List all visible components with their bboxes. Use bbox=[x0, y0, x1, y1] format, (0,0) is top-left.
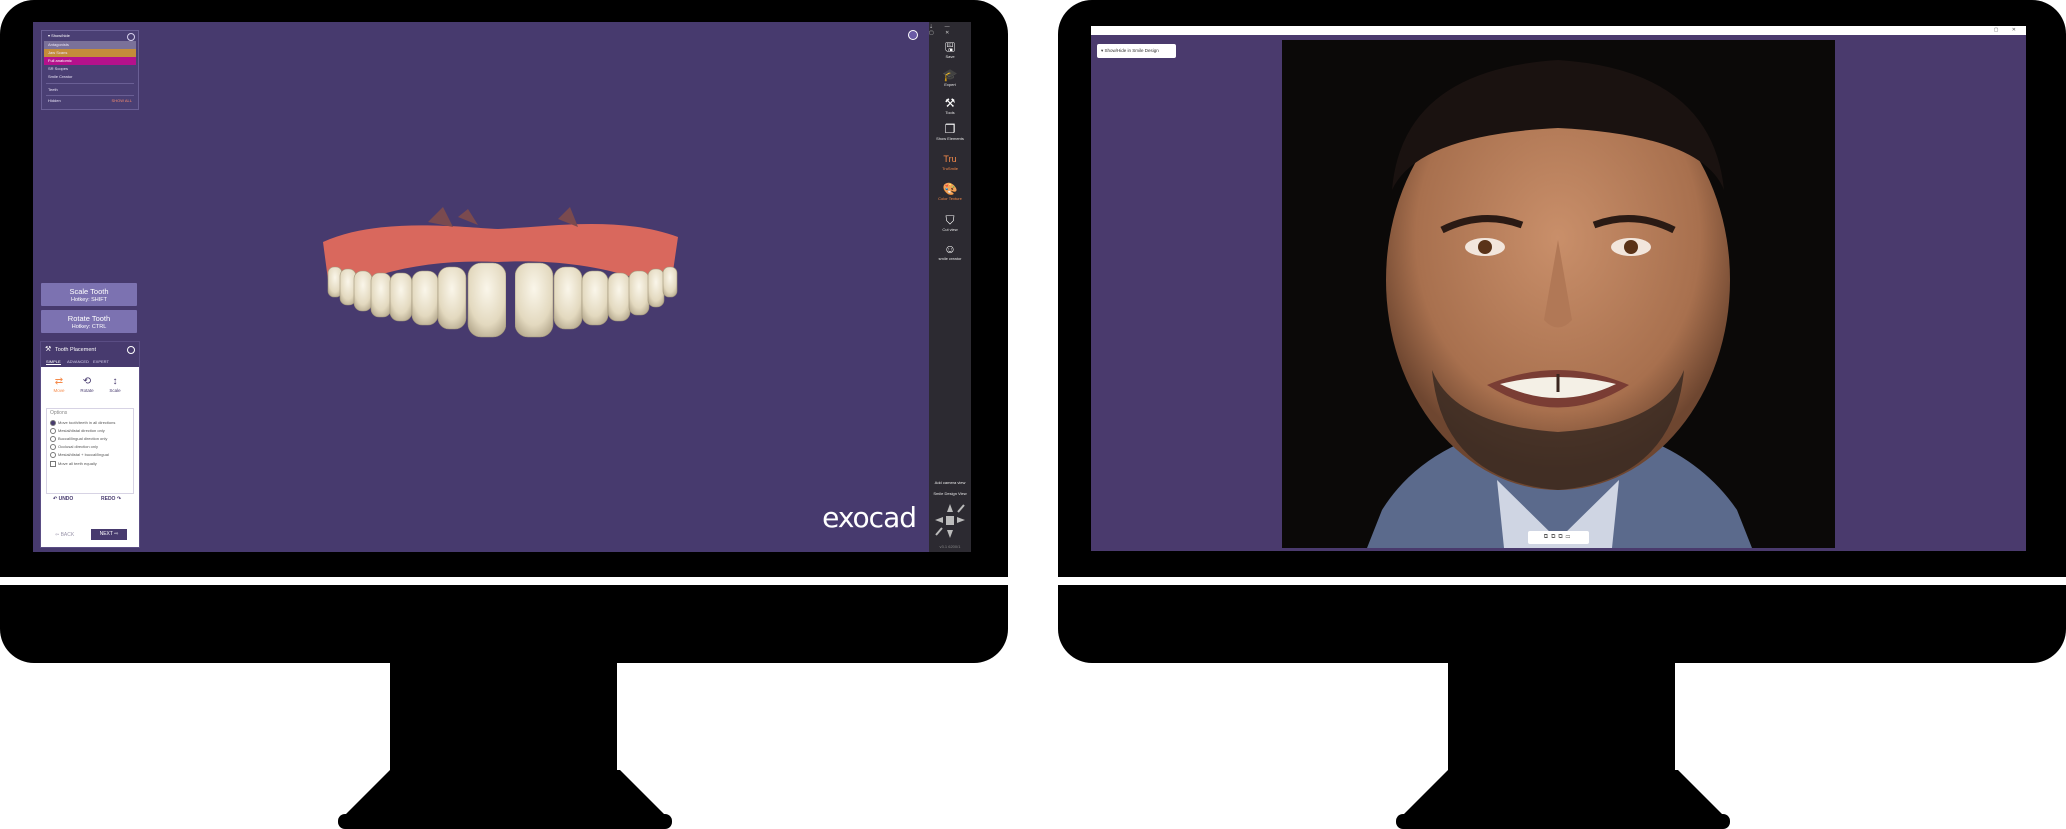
both-jaws-icon[interactable]: ⧉ bbox=[1558, 534, 1565, 540]
rotate-icon: ⟲ bbox=[82, 376, 92, 387]
tooth-placement-title: Tooth Placement bbox=[55, 347, 96, 353]
radio-button[interactable] bbox=[50, 451, 56, 458]
scene-tree-item-smile-creator[interactable]: Smile Creator bbox=[44, 73, 136, 81]
scene-tree-item-full-anatomic[interactable]: Full anatomic bbox=[44, 57, 136, 65]
profile-icon[interactable] bbox=[908, 30, 918, 40]
scale-tooth-label: Scale Tooth bbox=[69, 287, 109, 296]
scale-tooth-button[interactable]: Scale Tooth Hotkey: SHIFT bbox=[41, 283, 137, 306]
right-monitor-neck bbox=[1448, 660, 1675, 780]
scene-tree-teeth[interactable]: Teeth bbox=[44, 86, 136, 94]
add-camera-view-button[interactable]: Add camera view bbox=[929, 480, 971, 485]
undo-button[interactable]: ↶ UNDO bbox=[53, 496, 73, 502]
tooth-icon[interactable]: ▭ bbox=[1566, 534, 1574, 540]
trusmile-icon: Tru bbox=[943, 154, 957, 164]
tooth-placement-panel: ⚒ Tooth Placement SIMPLE ADVANCED EXPERT… bbox=[40, 341, 140, 548]
help-icon[interactable] bbox=[127, 33, 135, 41]
radio-button[interactable] bbox=[50, 427, 56, 434]
show-hide-smile-design-toggle[interactable]: ▾ Show/Hide in Smile Design bbox=[1097, 44, 1176, 58]
option-buccal-lingual[interactable]: Buccal/lingual direction only bbox=[50, 435, 107, 442]
divider bbox=[46, 95, 134, 96]
left-monitor-separator bbox=[0, 577, 1008, 585]
tools-icon: ⚒ bbox=[944, 96, 956, 110]
toolbar-save[interactable]: 🖫 Save bbox=[929, 40, 971, 59]
tooth-placement-tabs: SIMPLE ADVANCED EXPERT bbox=[41, 358, 139, 367]
toolbar-tools[interactable]: ⚒ Tools bbox=[929, 96, 971, 115]
scene-tree-item-sr-scopes[interactable]: SR Scopes bbox=[44, 65, 136, 73]
right-monitor-foot bbox=[1396, 770, 1730, 829]
tab-advanced[interactable]: ADVANCED bbox=[67, 359, 89, 364]
checkbox[interactable] bbox=[50, 460, 56, 467]
tab-simple[interactable]: SIMPLE bbox=[46, 359, 61, 365]
rotate-label: Rotate bbox=[80, 388, 94, 393]
face-icon: ☺ bbox=[943, 242, 957, 256]
scene-tree-panel: ▾ Show/hide Antagonists Jaw Scans Full a… bbox=[41, 30, 139, 110]
scene-tree-header[interactable]: ▾ Show/hide bbox=[44, 32, 136, 40]
left-monitor-chin bbox=[0, 585, 1008, 663]
help-icon[interactable] bbox=[127, 346, 135, 354]
rotate-tooth-label: Rotate Tooth bbox=[67, 314, 111, 323]
option-occlusal[interactable]: Occlusal direction only bbox=[50, 443, 98, 450]
tooth-placement-header: ⚒ Tooth Placement bbox=[41, 342, 139, 358]
left-monitor-neck bbox=[390, 660, 617, 780]
toolbar-smile-creator[interactable]: ☺ smile creator bbox=[929, 242, 971, 261]
right-monitor-separator bbox=[1058, 577, 2066, 585]
toolbar-show-elements[interactable]: ❐ Show Elements bbox=[929, 122, 971, 141]
radio-button[interactable] bbox=[50, 443, 56, 450]
scale-tooth-hotkey: Hotkey: SHIFT bbox=[70, 297, 108, 303]
option-move-all-equally[interactable]: Move all teeth equally bbox=[50, 460, 97, 467]
options-group: Options Move tooth/teeth in all directio… bbox=[46, 408, 134, 494]
window-controls[interactable]: ▢ ✕ bbox=[1994, 27, 2022, 33]
view-navigation-icon[interactable] bbox=[933, 502, 967, 540]
redo-button[interactable]: REDO ↷ bbox=[101, 496, 121, 502]
swap-arrows-icon: ⇄ bbox=[54, 376, 64, 387]
window-title-bar: ▢ ✕ bbox=[1091, 26, 2026, 35]
toolbar-color-texture[interactable]: 🎨 Color Texture bbox=[929, 182, 971, 201]
upper-jaw-icon[interactable]: ⧉ bbox=[1544, 534, 1551, 540]
move-button[interactable]: ⇄ Move bbox=[47, 376, 71, 393]
vertical-arrows-icon: ↕ bbox=[112, 376, 118, 387]
toolbar-expert[interactable]: 🎓 Expert bbox=[929, 68, 971, 87]
scene-tree-item-jaw-scans[interactable]: Jaw Scans bbox=[44, 49, 136, 57]
left-monitor-foot bbox=[338, 770, 672, 829]
scene-tree-item-antagonists[interactable]: Antagonists bbox=[44, 41, 136, 49]
toolbar-cut-view[interactable]: ⛉ Cut view bbox=[929, 213, 971, 232]
rotate-button[interactable]: ⟲ Rotate bbox=[75, 376, 99, 393]
next-button[interactable]: NEXT ⇨ bbox=[91, 529, 127, 540]
move-label: Move bbox=[53, 388, 65, 393]
smile-design-window: ▢ ✕ ▾ Show/Hide in Smile Design ⧉⧉⧉▭ bbox=[1091, 26, 2026, 551]
patient-portrait-photo bbox=[1282, 40, 1835, 548]
save-icon: 🖫 bbox=[944, 40, 956, 54]
radio-button[interactable] bbox=[50, 435, 56, 442]
option-mesial-buccal[interactable]: Mesial/distal + buccal/lingual bbox=[50, 451, 109, 458]
options-title: Options bbox=[50, 410, 68, 416]
3d-dental-model[interactable] bbox=[318, 207, 683, 367]
rotate-tooth-hotkey: Hotkey: CTRL bbox=[71, 324, 107, 330]
option-all-directions[interactable]: Move tooth/teeth in all directions bbox=[50, 419, 115, 426]
wand-icon: ⚒ bbox=[45, 346, 52, 353]
graduation-cap-icon: 🎓 bbox=[942, 68, 958, 82]
toolbar-trusmile[interactable]: Tru TruSmile bbox=[929, 152, 971, 171]
right-monitor-chin bbox=[1058, 585, 2066, 663]
scale-button[interactable]: ↕ Scale bbox=[103, 376, 127, 393]
exocad-logo: exocad bbox=[822, 501, 917, 534]
smile-design-view-button[interactable]: Smile Design View bbox=[929, 491, 971, 496]
radio-button[interactable] bbox=[50, 419, 56, 426]
version-label: v3.1 6200/1 bbox=[939, 544, 961, 549]
divider bbox=[46, 83, 134, 84]
palette-icon: 🎨 bbox=[942, 182, 958, 196]
scale-label: Scale bbox=[109, 388, 121, 393]
tab-expert[interactable]: EXPERT bbox=[93, 359, 109, 364]
show-all-link[interactable]: SHOW ALL bbox=[112, 97, 132, 105]
rotate-tooth-button[interactable]: Rotate Tooth Hotkey: CTRL bbox=[41, 310, 137, 333]
back-button[interactable]: ⇦ BACK bbox=[55, 532, 74, 538]
elements-icon: ❐ bbox=[944, 122, 956, 136]
option-mesial-distal[interactable]: Mesial/distal direction only bbox=[50, 427, 105, 434]
right-toolbar: ⇣ — ▢ ✕ 🖫 Save 🎓 Expert ⚒ Tools ❐ Show Eleme… bbox=[929, 22, 971, 552]
photo-view-toolbar: ⧉⧉⧉▭ bbox=[1528, 531, 1589, 544]
exocad-app-window: ▾ Show/hide Antagonists Jaw Scans Full a… bbox=[33, 22, 971, 552]
cut-view-icon: ⛉ bbox=[945, 213, 955, 227]
scene-tree-hidden[interactable]: Hidden SHOW ALL bbox=[44, 97, 136, 105]
window-controls[interactable]: ⇣ — ▢ ✕ bbox=[929, 24, 969, 36]
